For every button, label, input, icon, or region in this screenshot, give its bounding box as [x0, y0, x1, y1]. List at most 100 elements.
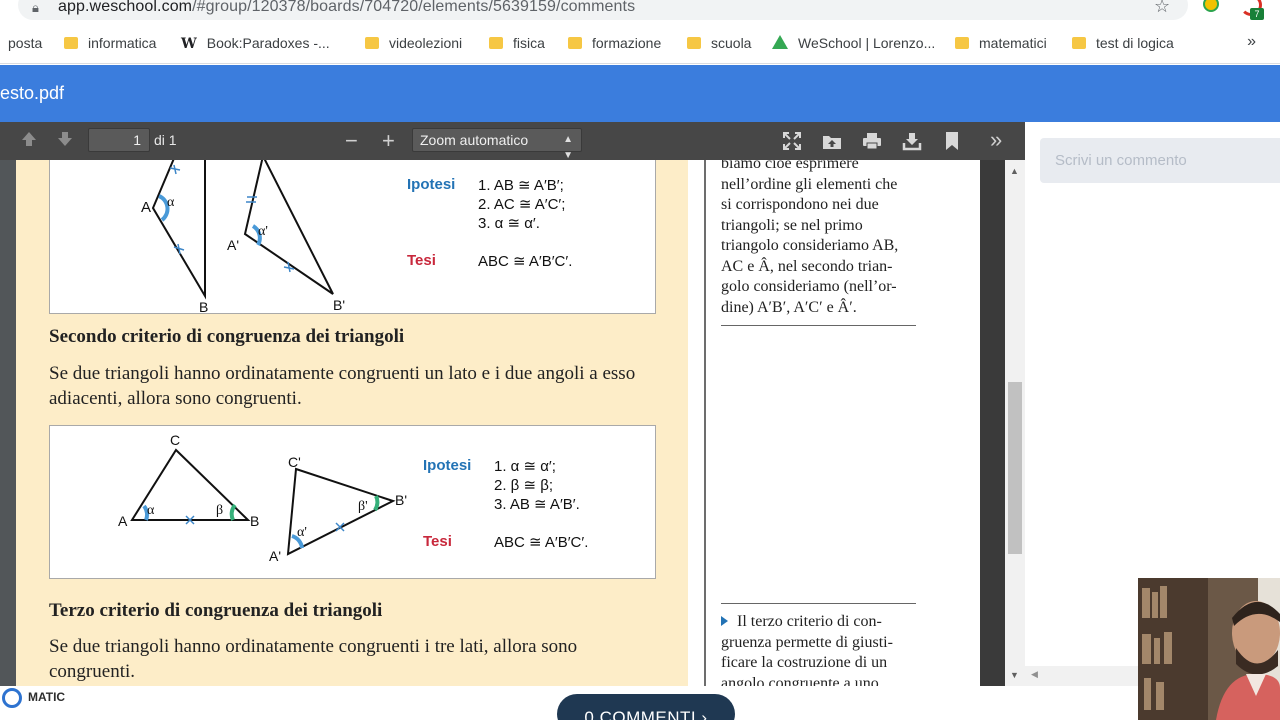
triangle-bullet-icon: [721, 616, 728, 626]
vertex-label: C: [170, 432, 180, 448]
vertex-label: B': [333, 297, 345, 313]
bookmark-label: Book:Paradoxes -...: [206, 35, 330, 51]
download-icon[interactable]: [902, 131, 922, 156]
angle-label: α: [167, 195, 175, 210]
bookmark-item[interactable]: test di logica: [1072, 35, 1174, 51]
figure-second-criterion: C A B α β C' B' A' α' β' Ipotesi 1. α ≅ …: [49, 425, 656, 579]
tools-menu-icon[interactable]: »: [990, 127, 1002, 153]
page-total: di 1: [154, 132, 177, 148]
folder-icon: [1072, 37, 1086, 49]
url-text[interactable]: app.weschool.com/#group/120378/boards/70…: [58, 0, 635, 16]
open-file-icon[interactable]: [822, 131, 842, 156]
sidenote-line: si corrispondono nei due: [721, 196, 879, 213]
bookmark-label: posta: [8, 35, 43, 51]
wikipedia-icon: W: [181, 36, 197, 52]
zoom-out-icon[interactable]: −: [345, 128, 358, 154]
folder-icon: [365, 37, 379, 49]
ipotesi-item: 2. AC ≅ A′C′;: [478, 196, 566, 213]
sidenote-bottom: Il terzo criterio di con- gruenza permet…: [721, 612, 921, 686]
pdf-viewport[interactable]: A α B A' α' B' Ipotesi 1. AB ≅ A′B′; 2. …: [0, 160, 1025, 686]
bookmark-star-icon[interactable]: ☆: [1154, 0, 1170, 17]
more-bookmarks-icon[interactable]: »: [1247, 33, 1256, 51]
bookmarks-bar: posta informatica W Book:Paradoxes -... v…: [0, 24, 1280, 64]
sidenote-line: golo consideriamo (nell’or-: [721, 278, 897, 295]
folder-icon: [687, 37, 701, 49]
page-edge: [980, 160, 1005, 686]
print-icon[interactable]: [862, 131, 882, 156]
bookmark-label: fisica: [513, 35, 545, 51]
document-title-bar: esto.pdf: [0, 65, 1280, 122]
ipotesi-item: 3. AB ≅ A′B′.: [494, 496, 580, 513]
zoom-select[interactable]: Zoom automatico ▲ ▼: [412, 128, 582, 161]
ipotesi-label: Ipotesi: [423, 457, 472, 474]
sidenote-line: AC e Â, nel secondo trian-: [721, 257, 893, 275]
zoom-select-value: Zoom automatico: [420, 132, 529, 148]
sidenote-rule: [721, 603, 916, 604]
triangles-diagram: A α B A' α' B': [141, 160, 345, 315]
scrollbar-thumb[interactable]: [1008, 382, 1022, 554]
zoom-in-icon[interactable]: +: [382, 128, 395, 154]
vertex-label: A': [227, 237, 239, 253]
ipotesi-item: 2. β ≅ β;: [494, 477, 554, 494]
bookmark-label: formazione: [592, 35, 662, 51]
bookmark-item[interactable]: scuola: [687, 35, 751, 51]
vertical-scrollbar[interactable]: ▲ ▼: [1005, 160, 1025, 686]
bookmark-item[interactable]: matematici: [955, 35, 1047, 51]
presentation-mode-icon[interactable]: [782, 131, 802, 156]
bookmark-item[interactable]: WeSchool | Lorenzo...: [772, 35, 935, 51]
vertex-label: C': [288, 454, 301, 470]
scroll-down-icon[interactable]: ▼: [1010, 670, 1019, 680]
angle-label: β': [358, 499, 368, 514]
vertex-label: A: [141, 199, 151, 216]
bookmark-item[interactable]: videolezioni: [365, 35, 462, 51]
folder-icon: [64, 37, 78, 49]
figure-first-criterion: A α B A' α' B' Ipotesi 1. AB ≅ A′B′; 2. …: [49, 160, 656, 315]
bookmark-item[interactable]: fisica: [489, 35, 545, 51]
pdf-page: A α B A' α' B' Ipotesi 1. AB ≅ A′B′; 2. …: [16, 160, 1005, 686]
extension-icon[interactable]: [1203, 0, 1219, 12]
brand-text: MATIC: [28, 690, 66, 704]
ipotesi-list: 1. α ≅ α′; 2. β ≅ β; 3. AB ≅ A′B′.: [494, 457, 580, 514]
tesi-label: Tesi: [423, 533, 452, 550]
bookmark-label: videolezioni: [389, 35, 463, 51]
sidenote-line: gruenza permette di giusti-: [721, 633, 893, 651]
bookmark-item[interactable]: formazione: [568, 35, 661, 51]
paragraph: Se due triangoli hanno ordinatamente con…: [49, 636, 578, 682]
next-page-icon[interactable]: [56, 130, 74, 153]
bottom-bar: MATIC 0 COMMENTI ›: [0, 686, 1280, 720]
horizontal-scrollbar[interactable]: ◀: [1025, 666, 1140, 686]
section-heading: Secondo criterio di congruenza dei trian…: [49, 326, 405, 347]
bookmark-label: test di logica: [1096, 35, 1174, 51]
webcam-overlay: [1138, 578, 1280, 720]
bookmark-label: WeSchool | Lorenzo...: [798, 35, 936, 51]
angle-label: α: [147, 503, 155, 518]
bookmark-item[interactable]: W Book:Paradoxes -...: [181, 35, 330, 52]
previous-page-icon[interactable]: [20, 130, 38, 153]
ipotesi-list: 1. AB ≅ A′B′; 2. AC ≅ A′C′; 3. α ≅ α′.: [478, 176, 565, 233]
scroll-up-icon[interactable]: ▲: [1010, 166, 1019, 176]
ipotesi-label: Ipotesi: [407, 176, 456, 193]
sidenote-line: angolo congruente a uno: [721, 674, 879, 687]
comments-button-label: 0 COMMENTI: [584, 708, 697, 720]
bookmark-label: scuola: [711, 35, 752, 51]
angle-label: β: [216, 503, 223, 518]
sidenote-text: Il terzo criterio di con-: [737, 613, 882, 630]
scroll-left-icon[interactable]: ◀: [1031, 669, 1038, 680]
comments-count-button[interactable]: 0 COMMENTI ›: [557, 694, 735, 720]
bookmark-label: informatica: [88, 35, 157, 51]
folder-icon: [955, 37, 969, 49]
page-number-input[interactable]: 1: [88, 128, 150, 152]
bookmark-icon[interactable]: [944, 131, 960, 156]
lock-icon: 🔒︎: [32, 0, 39, 15]
bookmark-item[interactable]: informatica: [64, 35, 156, 51]
folder-icon: [568, 37, 582, 49]
vertex-label: B: [250, 513, 259, 529]
comment-input[interactable]: Scrivi un commento: [1040, 138, 1280, 183]
flask-icon: [772, 35, 788, 49]
bookmark-item[interactable]: posta: [8, 35, 42, 51]
sidenote-line: Il terzo criterio di con-: [721, 612, 921, 633]
sidenote-rule: [721, 325, 916, 326]
angle-label: α': [258, 224, 268, 239]
column-divider: [704, 160, 706, 686]
url-path: /#group/120378/boards/704720/elements/56…: [192, 0, 636, 15]
